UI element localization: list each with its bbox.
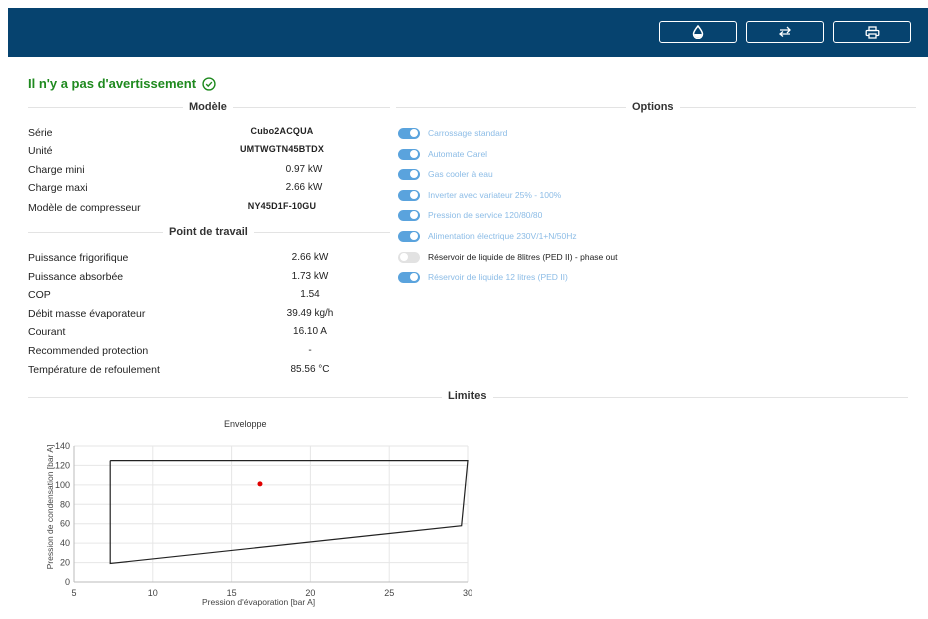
model-row-value: NY45D1F-10GU <box>247 201 317 211</box>
model-row-label: Modèle de compresseur <box>28 202 141 214</box>
work-point-row-value: - <box>308 345 312 356</box>
toggle-knob <box>410 129 418 137</box>
option-item[interactable]: Pression de service 120/80/80 <box>398 208 542 222</box>
chart-title: Enveloppe <box>224 419 267 429</box>
work-point-row-label: COP <box>28 289 51 301</box>
work-point-row-value: 1.73 kW <box>291 271 329 282</box>
work-point-row-label: Courant <box>28 326 66 338</box>
app-frame: Il n'y a pas d'avertissement Modèle Séri… <box>8 8 928 619</box>
work-point-row-value: 39.49 kg/h <box>286 308 334 319</box>
option-label: Automate Carel <box>428 149 488 159</box>
x-tick-label: 25 <box>384 588 394 598</box>
water-drop-button[interactable] <box>659 21 737 43</box>
swap-arrows-icon <box>778 26 791 37</box>
option-toggle[interactable] <box>398 189 420 201</box>
x-axis-label: Pression d'évaporation [bar A] <box>202 597 316 607</box>
model-row-value: Cubo2ACQUA <box>250 126 314 136</box>
option-toggle[interactable] <box>398 168 420 180</box>
work-point-row-label: Puissance absorbée <box>28 271 124 283</box>
warning-message: Il n'y a pas d'avertissement <box>28 76 197 91</box>
y-tick-label: 60 <box>60 519 70 529</box>
option-toggle[interactable] <box>398 230 420 242</box>
toggle-knob <box>400 253 408 261</box>
y-tick-label: 100 <box>55 480 70 490</box>
work-point-row-value: 2.66 kW <box>291 252 329 263</box>
top-toolbar <box>8 8 928 57</box>
model-section-title: Modèle <box>183 101 233 113</box>
option-item[interactable]: Carrossage standard <box>398 126 507 140</box>
y-tick-label: 120 <box>55 460 70 470</box>
option-label: Réservoir de liquide 12 litres (PED II) <box>428 272 568 282</box>
option-label: Réservoir de liquide de 8litres (PED II)… <box>428 252 618 262</box>
option-item[interactable]: Automate Carel <box>398 147 487 161</box>
water-drop-icon <box>692 25 704 39</box>
swap-button[interactable] <box>746 21 824 43</box>
option-label: Pression de service 120/80/80 <box>428 210 543 220</box>
options-section-title: Options <box>626 101 680 113</box>
option-item[interactable]: Réservoir de liquide de 8litres (PED II)… <box>398 250 617 264</box>
work-point-row-value: 1.54 <box>300 289 320 300</box>
printer-icon <box>865 25 879 39</box>
option-item[interactable]: Gas cooler à eau <box>398 167 493 181</box>
option-item[interactable]: Inverter avec variateur 25% - 100% <box>398 188 561 202</box>
y-tick-label: 80 <box>60 499 70 509</box>
option-toggle[interactable] <box>398 251 420 263</box>
option-label: Carrossage standard <box>428 128 508 138</box>
y-tick-label: 0 <box>65 577 70 587</box>
option-label: Alimentation électrique 230V/1+N/50Hz <box>428 231 577 241</box>
x-tick-label: 10 <box>148 588 158 598</box>
y-tick-label: 140 <box>55 441 70 451</box>
x-tick-label: 30 <box>463 588 472 598</box>
model-row-label: Série <box>28 127 53 139</box>
model-row-value: 2.66 kW <box>285 182 323 193</box>
x-tick-label: 5 <box>71 588 76 598</box>
option-toggle[interactable] <box>398 271 420 283</box>
work-point-row-value: 16.10 A <box>293 326 327 337</box>
work-point-row-value: 85.56 °C <box>290 364 330 375</box>
toggle-knob <box>410 150 418 158</box>
y-tick-label: 40 <box>60 538 70 548</box>
option-item[interactable]: Alimentation électrique 230V/1+N/50Hz <box>398 229 577 243</box>
limits-section-title: Limites <box>442 390 493 402</box>
toggle-knob <box>410 170 418 178</box>
work-point-section-title: Point de travail <box>163 226 254 238</box>
operating-point <box>257 481 263 487</box>
model-row-value: 0.97 kW <box>285 164 323 175</box>
option-toggle[interactable] <box>398 148 420 160</box>
model-row-label: Charge maxi <box>28 182 88 194</box>
option-label: Gas cooler à eau <box>428 169 493 179</box>
work-point-row-label: Puissance frigorifique <box>28 252 129 264</box>
model-row-label: Unité <box>28 145 53 157</box>
option-label: Inverter avec variateur 25% - 100% <box>428 190 562 200</box>
work-point-row-label: Débit masse évaporateur <box>28 308 146 320</box>
option-toggle[interactable] <box>398 127 420 139</box>
toggle-knob <box>410 211 418 219</box>
toggle-knob <box>410 232 418 240</box>
y-tick-label: 20 <box>60 558 70 568</box>
option-toggle[interactable] <box>398 209 420 221</box>
check-circle-icon <box>202 76 216 91</box>
model-row-value: UMTWGTN45BTDX <box>239 144 325 154</box>
toggle-knob <box>410 191 418 199</box>
option-item[interactable]: Réservoir de liquide 12 litres (PED II) <box>398 270 568 284</box>
print-button[interactable] <box>833 21 911 43</box>
model-row-label: Charge mini <box>28 164 85 176</box>
toggle-knob <box>410 273 418 281</box>
work-point-row-label: Température de refoulement <box>28 364 160 376</box>
warning-status: Il n'y a pas d'avertissement <box>28 76 216 91</box>
envelope-chart: 5 10 15 20 25 30020406080100120140 <box>55 441 472 598</box>
envelope-line <box>109 460 469 565</box>
work-point-row-label: Recommended protection <box>28 345 149 357</box>
y-axis-label: Pression de condensation [bar A] <box>45 444 55 570</box>
